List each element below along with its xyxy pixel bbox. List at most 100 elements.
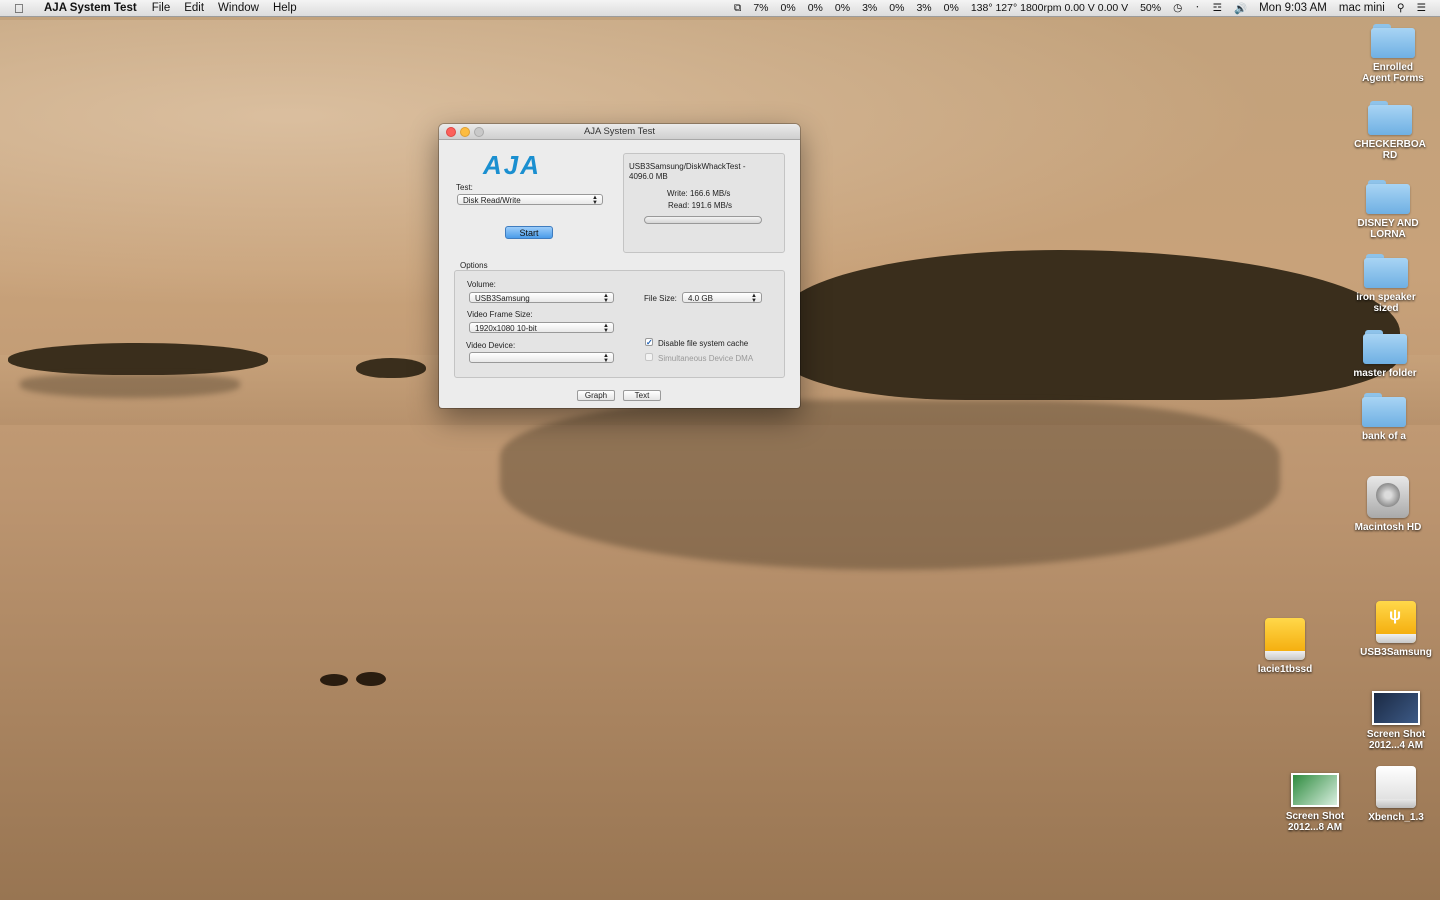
cpu-meter-1[interactable]: 7% (747, 2, 774, 14)
desktop-icon-label: Macintosh HD (1354, 522, 1422, 533)
options-label: Options (460, 261, 488, 270)
status-area: ⧉ 7% 0% 0% 0% 3% 0% 3% 0% 138° 127° 1800… (728, 0, 1432, 16)
cpu-meter-7[interactable]: 3% (910, 2, 937, 14)
desktop-icon-macintosh-hd[interactable]: Macintosh HD (1348, 476, 1428, 533)
disable-cache-checkbox[interactable]: ✓ (645, 338, 653, 347)
hard-drive-icon (1367, 476, 1409, 518)
screenshot-thumbnail-icon (1291, 773, 1339, 807)
window-titlebar[interactable]: AJA System Test (439, 124, 800, 140)
close-button[interactable] (446, 127, 456, 137)
file-size-popup-value: 4.0 GB (688, 294, 713, 303)
video-device-label: Video Device: (466, 341, 516, 350)
apple-menu-icon[interactable]:  (14, 1, 30, 16)
menu-bar:  AJA System Test File Edit Window Help … (0, 0, 1440, 17)
results-panel: USB3Samsung/DiskWhackTest - 4096.0 MB Wr… (623, 153, 785, 253)
window-title: AJA System Test (583, 126, 656, 137)
text-button[interactable]: Text (623, 390, 661, 401)
cpu-meter-5[interactable]: 3% (856, 2, 883, 14)
clock[interactable]: Mon 9:03 AM (1253, 2, 1333, 14)
simultaneous-dma-label: Simultaneous Device DMA (658, 354, 754, 363)
popup-arrows-icon: ▲ ▼ (603, 293, 609, 304)
speaker-icon[interactable]: 🔊 (1228, 2, 1253, 15)
volume-popup[interactable]: USB3Samsung ▲ ▼ (469, 292, 614, 304)
folder-icon (1371, 24, 1415, 58)
desktop-icon-label: iron speaker sized (1356, 292, 1416, 314)
screenshot-thumbnail-icon (1372, 691, 1420, 725)
menu-window[interactable]: Window (211, 2, 266, 14)
desktop-icon-enrolled-agent-forms[interactable]: Enrolled Agent Forms (1353, 24, 1433, 84)
file-size-label: File Size: (644, 294, 677, 303)
app-menu[interactable]: AJA System Test (40, 2, 145, 14)
aja-window: AJA System Test AJA Test: Disk Read/Writ… (439, 124, 800, 408)
usb-drive-icon: ψ (1376, 601, 1416, 643)
left-island (8, 343, 268, 375)
desktop-icon-lacie1tbssd[interactable]: lacie1tbssd (1245, 618, 1325, 675)
desktop-icon-label: master folder (1353, 368, 1417, 379)
sensor-readout[interactable]: 138° 127° 1800rpm 0.00 V 0.00 V (965, 2, 1134, 14)
window-switcher-icon[interactable]: ⧉ (728, 2, 748, 15)
cpu-meter-3[interactable]: 0% (802, 2, 829, 14)
spotlight-search-icon[interactable]: ⚲ (1391, 2, 1411, 14)
desktop-icon-screen-shot-2[interactable]: Screen Shot 2012...8 AM (1275, 773, 1355, 833)
desktop-icon-bank-of-a[interactable]: bank of a (1344, 393, 1424, 442)
menu-help[interactable]: Help (266, 2, 304, 14)
desktop-icon-label: Screen Shot 2012...8 AM (1285, 811, 1345, 833)
ducks (320, 668, 388, 690)
folder-icon (1362, 393, 1406, 427)
test-popup[interactable]: Disk Read/Write ▲ ▼ (457, 194, 603, 206)
read-result: Read: 191.6 MB/s (668, 201, 733, 210)
frame-size-popup-value: 1920x1080 10-bit (475, 324, 537, 333)
volume-percent[interactable]: 50% (1134, 2, 1167, 14)
graph-button[interactable]: Graph (577, 390, 615, 401)
desktop-icon-checkerboard[interactable]: CHECKERBOA RD (1350, 101, 1430, 161)
popup-arrows-icon: ▲ ▼ (603, 353, 609, 364)
desktop-icon-label: Xbench_1.3 (1368, 812, 1424, 823)
time-machine-icon[interactable]: ◷ (1167, 2, 1188, 14)
desktop-icon-label: CHECKERBOA RD (1354, 139, 1426, 161)
desktop-icon-label: DISNEY AND LORNA (1357, 218, 1419, 240)
folder-icon (1364, 254, 1408, 288)
cpu-meter-6[interactable]: 0% (883, 2, 910, 14)
desktop-icon-disney-and-lorna[interactable]: DISNEY AND LORNA (1348, 180, 1428, 240)
file-size-popup[interactable]: 4.0 GB ▲ ▼ (682, 292, 762, 304)
external-drive-icon (1265, 618, 1305, 660)
bluetooth-icon[interactable]: ᛫ (1188, 2, 1206, 14)
video-device-popup[interactable]: ▲ ▼ (469, 352, 614, 364)
folder-icon (1363, 330, 1407, 364)
cpu-meter-4[interactable]: 0% (829, 2, 856, 14)
wifi-icon[interactable]: ☲ (1207, 2, 1228, 14)
volume-popup-value: USB3Samsung (475, 294, 530, 303)
options-panel: Volume: USB3Samsung ▲ ▼ File Size: 4.0 GB… (454, 270, 785, 378)
frame-size-popup[interactable]: 1920x1080 10-bit ▲ ▼ (469, 322, 614, 334)
cpu-meter-8[interactable]: 0% (938, 2, 965, 14)
desktop-icon-usb3samsung[interactable]: ψ USB3Samsung (1356, 601, 1436, 658)
desktop-icon-label: USB3Samsung (1360, 647, 1432, 658)
left-island-reflection (20, 374, 240, 398)
result-path: USB3Samsung/DiskWhackTest - (629, 162, 746, 171)
desktop-icon-label: Screen Shot 2012...4 AM (1366, 729, 1426, 751)
desktop-icon-xbench[interactable]: Xbench_1.3 (1356, 766, 1436, 823)
test-label: Test: (456, 183, 473, 192)
minimize-button[interactable] (460, 127, 470, 137)
zoom-button[interactable] (474, 127, 484, 137)
start-button[interactable]: Start (505, 226, 553, 239)
popup-arrows-icon: ▲ ▼ (751, 293, 757, 304)
cpu-meter-2[interactable]: 0% (775, 2, 802, 14)
test-popup-value: Disk Read/Write (463, 196, 521, 205)
menu-edit[interactable]: Edit (177, 2, 211, 14)
small-rock (356, 358, 426, 378)
desktop-icon-label: Enrolled Agent Forms (1362, 62, 1424, 84)
desktop-icon-label: lacie1tbssd (1257, 664, 1313, 675)
folder-icon (1368, 101, 1412, 135)
menu-file[interactable]: File (145, 2, 178, 14)
user-menu[interactable]: mac mini (1333, 2, 1391, 14)
progress-bar (644, 216, 762, 224)
desktop-icon-screen-shot-1[interactable]: Screen Shot 2012...4 AM (1356, 691, 1436, 751)
popup-arrows-icon: ▲ ▼ (592, 195, 598, 206)
desktop-icon-label: bank of a (1362, 431, 1406, 442)
notification-center-icon[interactable]: ☰ (1411, 2, 1432, 14)
simultaneous-dma-checkbox[interactable] (645, 353, 653, 361)
popup-arrows-icon: ▲ ▼ (603, 323, 609, 334)
desktop-icon-master-folder[interactable]: master folder (1345, 330, 1425, 379)
desktop-icon-iron-speaker-sized[interactable]: iron speaker sized (1346, 254, 1426, 314)
